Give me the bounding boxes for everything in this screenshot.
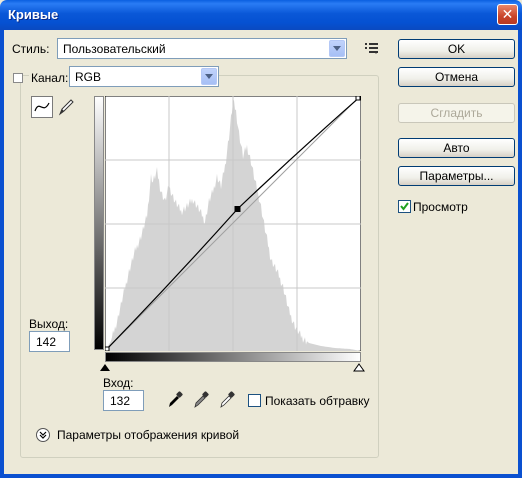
output-gradient-bar	[94, 96, 104, 350]
input-label: Вход:	[103, 376, 134, 390]
input-gradient-bar	[105, 352, 361, 362]
input-field[interactable]: 132	[103, 390, 144, 411]
pencil-icon	[58, 99, 74, 116]
title-bar: Кривые ✕	[0, 0, 522, 30]
black-eyedropper-icon[interactable]	[166, 391, 184, 409]
input-value: 132	[110, 394, 131, 408]
style-select[interactable]: Пользовательский	[57, 38, 347, 59]
style-select-value: Пользовательский	[63, 42, 166, 56]
preset-options-icon[interactable]	[364, 42, 380, 54]
window-title: Кривые	[8, 7, 59, 22]
channel-group-marker	[13, 73, 23, 83]
smooth-button[interactable]: Сгладить	[398, 103, 515, 123]
curve-control-point[interactable]	[234, 206, 241, 212]
white-point-slider[interactable]	[353, 363, 365, 373]
preview-checkbox[interactable]	[398, 200, 411, 213]
expand-chevron-icon[interactable]	[36, 428, 50, 442]
white-eyedropper-icon[interactable]	[218, 391, 236, 409]
output-value: 142	[36, 335, 57, 349]
gray-eyedropper-icon[interactable]	[192, 391, 210, 409]
chevron-down-icon[interactable]	[201, 68, 217, 85]
curves-graph[interactable]	[105, 96, 361, 351]
show-clipping-label: Показать обтравку	[265, 394, 370, 408]
channel-select[interactable]: RGB	[69, 66, 219, 87]
black-point-slider[interactable]	[99, 363, 111, 373]
pencil-tool-button[interactable]	[56, 97, 76, 117]
options-button[interactable]: Параметры...	[398, 166, 515, 186]
close-icon: ✕	[501, 6, 514, 22]
channel-label: Канал:	[29, 71, 71, 85]
checkmark-icon	[400, 202, 409, 211]
ok-button[interactable]: OK	[398, 39, 515, 59]
auto-button[interactable]: Авто	[398, 138, 515, 158]
close-button[interactable]: ✕	[497, 4, 518, 25]
preview-label: Просмотр	[413, 200, 468, 214]
show-clipping-checkbox[interactable]	[248, 394, 261, 407]
curve-point-tool-button[interactable]	[31, 96, 53, 118]
channel-select-value: RGB	[75, 70, 102, 84]
output-field[interactable]: 142	[29, 331, 70, 352]
output-label: Выход:	[29, 317, 69, 331]
curve-endpoint-white[interactable]	[355, 96, 361, 101]
curve-display-options-label: Параметры отображения кривой	[57, 428, 240, 442]
curve-icon	[34, 102, 50, 112]
curve-endpoint-black[interactable]	[105, 346, 110, 351]
chevron-down-icon[interactable]	[329, 40, 345, 57]
style-label: Стиль:	[12, 42, 50, 56]
cancel-button[interactable]: Отмена	[398, 67, 515, 87]
